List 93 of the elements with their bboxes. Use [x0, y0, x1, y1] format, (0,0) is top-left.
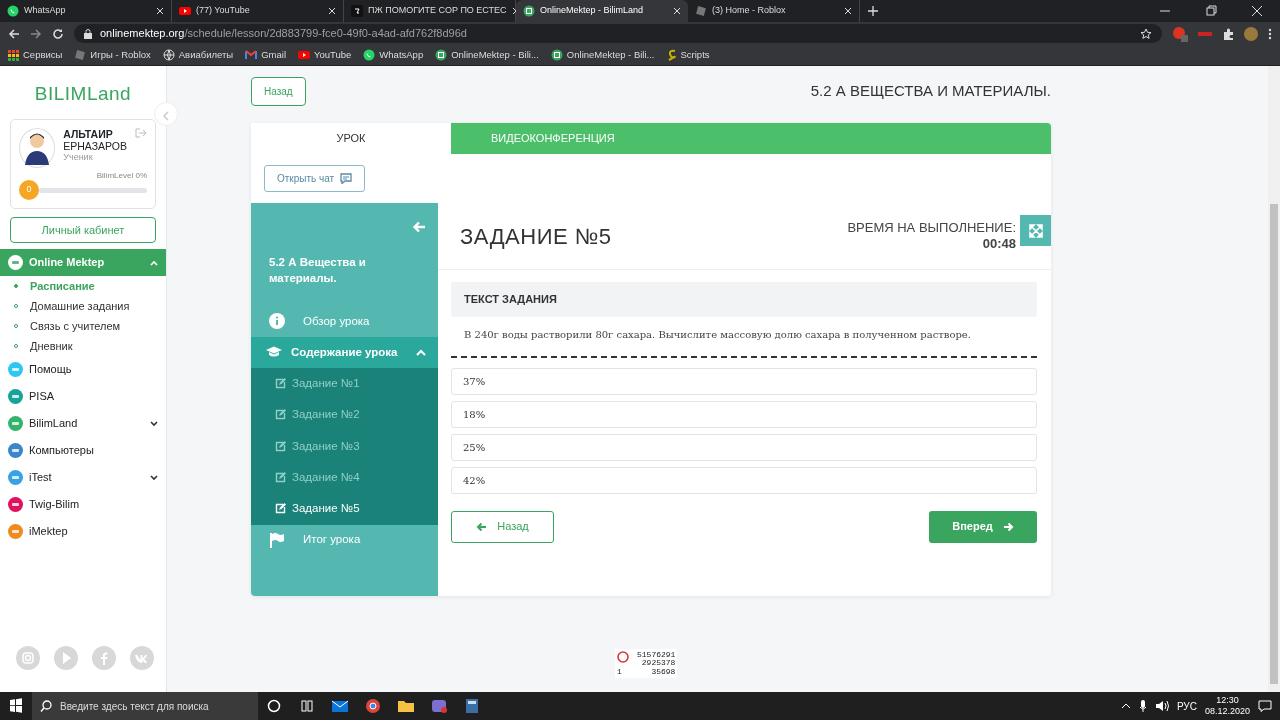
user-first-name: АЛЬТАИР — [63, 127, 114, 140]
edit-icon — [275, 440, 286, 452]
browser-tab[interactable]: OnlineMektep - BilimLand — [516, 0, 688, 22]
ring-icon — [617, 650, 629, 663]
nav-subitem[interactable]: Связь с учителем — [0, 316, 166, 336]
back-arrow-icon — [476, 521, 488, 532]
envelope-icon — [245, 50, 258, 60]
nav-item[interactable]: BilimLand — [0, 410, 166, 437]
menu-dots-icon[interactable] — [1268, 27, 1272, 40]
circle-logo-icon — [523, 5, 535, 17]
puzzle-icon[interactable] — [1222, 27, 1234, 40]
edit-icon — [275, 472, 286, 484]
lesson-nav-title: 5.2 А Вещества и материалы. — [268, 255, 367, 286]
globe-icon — [162, 49, 175, 61]
play-icon — [179, 5, 191, 17]
clock-time[interactable]: 12:30 — [1204, 695, 1250, 706]
chevron-up-icon[interactable] — [1120, 703, 1131, 709]
script-icon — [666, 49, 677, 61]
nav-subitem[interactable]: Дневник — [0, 336, 166, 356]
star-icon[interactable] — [1140, 27, 1152, 40]
nav-item[interactable]: iTest — [0, 464, 166, 491]
lesson-tab[interactable]: УРОК — [251, 123, 451, 154]
nav-item[interactable]: iMektep — [0, 518, 166, 545]
reload-icon[interactable] — [52, 27, 64, 40]
collapse-handle[interactable] — [154, 102, 178, 126]
chevron-down-icon — [150, 474, 158, 481]
chevron-down-icon — [150, 420, 158, 427]
user-role: Ученик — [63, 151, 94, 162]
chat-bubble-icon — [7, 5, 19, 17]
clock-date[interactable]: 08.12.2020 — [1204, 706, 1250, 717]
scrollbar-thumb[interactable] — [1270, 204, 1278, 684]
flag-icon — [269, 531, 287, 549]
expand-icon — [1028, 223, 1043, 238]
answer-option[interactable]: 37% — [451, 367, 1037, 395]
microphone-icon[interactable] — [1138, 700, 1147, 712]
bookmark[interactable]: Gmail — [245, 47, 286, 63]
nav-item[interactable]: PISA — [0, 383, 166, 410]
forward-arrow-icon — [1002, 521, 1014, 532]
level-label: BilimLevel 0% — [95, 169, 147, 182]
task-link[interactable]: Задание №5 — [251, 493, 438, 525]
taskbar-search-field[interactable]: Введите здесь текст для поиска — [32, 692, 258, 720]
bookmark[interactable]: Игры - Roblox — [74, 47, 151, 63]
timer-label: ВРЕМЯ НА ВЫПОЛНЕНИЕ: — [847, 220, 1016, 236]
nav-item[interactable]: Помощь — [0, 356, 166, 383]
bookmark[interactable]: Scripts — [666, 47, 710, 63]
edit-icon — [275, 409, 286, 421]
bookmark[interactable]: OnlineMektep - Bili... — [435, 47, 539, 63]
address-bar[interactable]: onlinemektep.org/schedule/lesson/2d883799-fce0-49f0-a4ad-afd762f8d96d — [74, 24, 1162, 43]
language-indicator[interactable]: РУС — [1176, 698, 1197, 714]
user-last-name: ЕРНАЗАРОВ — [63, 139, 127, 152]
edit-icon — [275, 503, 286, 515]
circle-logo-icon — [435, 49, 448, 61]
timer-value: 00:48 — [981, 236, 1016, 252]
counter-corner-text: 1 — [617, 667, 623, 676]
level-thumb: 0 — [19, 179, 39, 200]
answer-option[interactable]: 25% — [451, 433, 1037, 461]
lock-icon — [84, 28, 92, 39]
chat-bubble-icon — [363, 49, 376, 61]
play-icon — [298, 49, 310, 61]
forward-arrow-icon[interactable] — [30, 27, 42, 40]
chevron-up-icon — [150, 259, 158, 266]
notifications-icon[interactable] — [1258, 700, 1272, 712]
nav-item[interactable]: Twig-Bilim — [0, 491, 166, 518]
circle-logo-icon — [550, 49, 563, 61]
answer-option[interactable]: 42% — [451, 466, 1037, 494]
info-icon — [269, 313, 287, 331]
section-heading: ТЕКСТ ЗАДАНИЯ — [451, 282, 1037, 317]
square-icon — [351, 5, 363, 17]
speaker-icon[interactable] — [1154, 700, 1169, 712]
counter-number: 35698 — [650, 667, 676, 676]
task-title: ЗАДАНИЕ №5 — [460, 222, 612, 251]
counter-number: 2925378 — [640, 659, 676, 668]
bookmark[interactable]: OnlineMektep - Bili... — [550, 47, 655, 63]
lesson-title: 5.2 А ВЕЩЕСТВА И МАТЕРИАЛЫ. — [810, 81, 1051, 102]
counter-number: 51576291 — [637, 650, 676, 660]
bookmark[interactable]: Сервисы — [8, 47, 63, 63]
profile-avatar-icon[interactable] — [1244, 26, 1258, 41]
question-text: В 240г воды растворили 80г сахара. Вычислите массовую долю сахара в полученном растворе. — [463, 327, 972, 342]
back-arrow-icon[interactable] — [8, 27, 20, 40]
apps-grid-icon — [8, 49, 19, 61]
answer-option[interactable]: 18% — [451, 400, 1037, 428]
bookmark[interactable]: YouTube — [298, 47, 352, 63]
nav-item[interactable]: Компьютеры — [0, 437, 166, 464]
chat-icon — [340, 173, 353, 184]
edit-icon — [275, 378, 286, 390]
url-text: onlinemektep.org/schedule/lesson/2d883799-fce0-49f0-a4ad-afd762f8d96d — [100, 26, 467, 42]
search-icon — [40, 700, 52, 712]
open-chat-button[interactable]: Открыть чат — [264, 165, 366, 192]
bookmark[interactable]: Авиабилеты — [162, 47, 234, 63]
nav-subitem[interactable]: Домашние задания — [0, 296, 166, 316]
bookmark[interactable]: WhatsApp — [363, 47, 424, 63]
chevron-left-icon — [162, 110, 170, 121]
extension-badge-icon[interactable] — [1172, 25, 1188, 42]
